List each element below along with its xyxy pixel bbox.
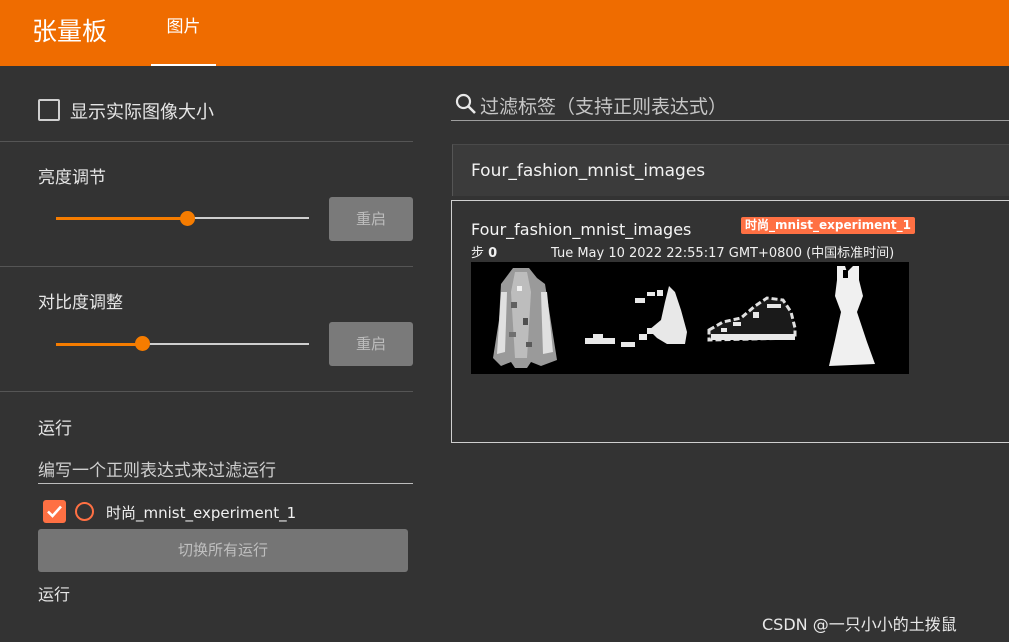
tag-group-title: Four_fashion_mnist_images <box>471 161 706 181</box>
image-grid[interactable] <box>471 262 909 374</box>
run-filter-input[interactable]: 编写一个正则表达式来过滤运行 <box>38 456 276 481</box>
brightness-slider-thumb[interactable] <box>180 211 196 226</box>
tag-filter-underline <box>451 120 1009 121</box>
runs-section-label: 运行 <box>38 419 72 439</box>
coat-image <box>493 268 557 368</box>
run-badge: 时尚_mnist_experiment_1 <box>741 217 915 234</box>
divider <box>0 266 413 267</box>
app-header: 张量板 图片 <box>0 0 1009 66</box>
step-label: 步 0 <box>471 242 497 261</box>
contrast-slider-thumb[interactable] <box>134 336 150 351</box>
dress-image <box>829 266 875 366</box>
run-filter-underline <box>38 483 413 484</box>
toggle-all-runs-button[interactable]: 切换所有运行 <box>38 529 408 572</box>
watermark: CSDN @一只小小的土拨鼠 <box>762 615 957 634</box>
run-name: 时尚_mnist_experiment_1 <box>106 504 297 522</box>
tag-group-header[interactable]: Four_fashion_mnist_images <box>452 144 1009 196</box>
contrast-slider-fill <box>56 343 143 346</box>
show-actual-size-label: 显示实际图像大小 <box>70 102 214 123</box>
run-color-icon[interactable] <box>75 502 94 521</box>
sneaker-image <box>707 296 797 342</box>
search-icon <box>455 93 476 114</box>
tab-images[interactable]: 图片 <box>151 0 216 66</box>
divider <box>0 391 413 392</box>
brightness-reset-button[interactable]: 重启 <box>329 197 413 241</box>
image-card: Four_fashion_mnist_images 时尚_mnist_exper… <box>451 200 1009 443</box>
timestamp: Tue May 10 2022 22:55:17 GMT+0800 (中国标准时… <box>551 246 895 261</box>
runs-footer-label: 运行 <box>38 585 71 604</box>
run-checkbox[interactable] <box>43 500 66 523</box>
divider <box>0 141 413 142</box>
app-title: 张量板 <box>32 17 108 46</box>
image-card-title: Four_fashion_mnist_images <box>471 220 692 239</box>
brightness-label: 亮度调节 <box>38 168 106 188</box>
show-actual-size-checkbox[interactable] <box>38 99 60 121</box>
sandal-image <box>585 286 687 347</box>
sidebar: 显示实际图像大小 亮度调节 重启 对比度调整 重启 运行 编写一个正则表达式来过… <box>0 66 413 642</box>
step-value: 0 <box>488 246 498 261</box>
tab-images-label: 图片 <box>166 17 201 37</box>
check-icon <box>47 505 62 518</box>
tag-filter-input[interactable]: 过滤标签（支持正则表达式） <box>480 92 727 119</box>
contrast-label: 对比度调整 <box>38 293 123 313</box>
step-prefix: 步 <box>471 246 485 261</box>
brightness-slider-fill <box>56 217 188 220</box>
contrast-reset-button[interactable]: 重启 <box>329 322 413 366</box>
